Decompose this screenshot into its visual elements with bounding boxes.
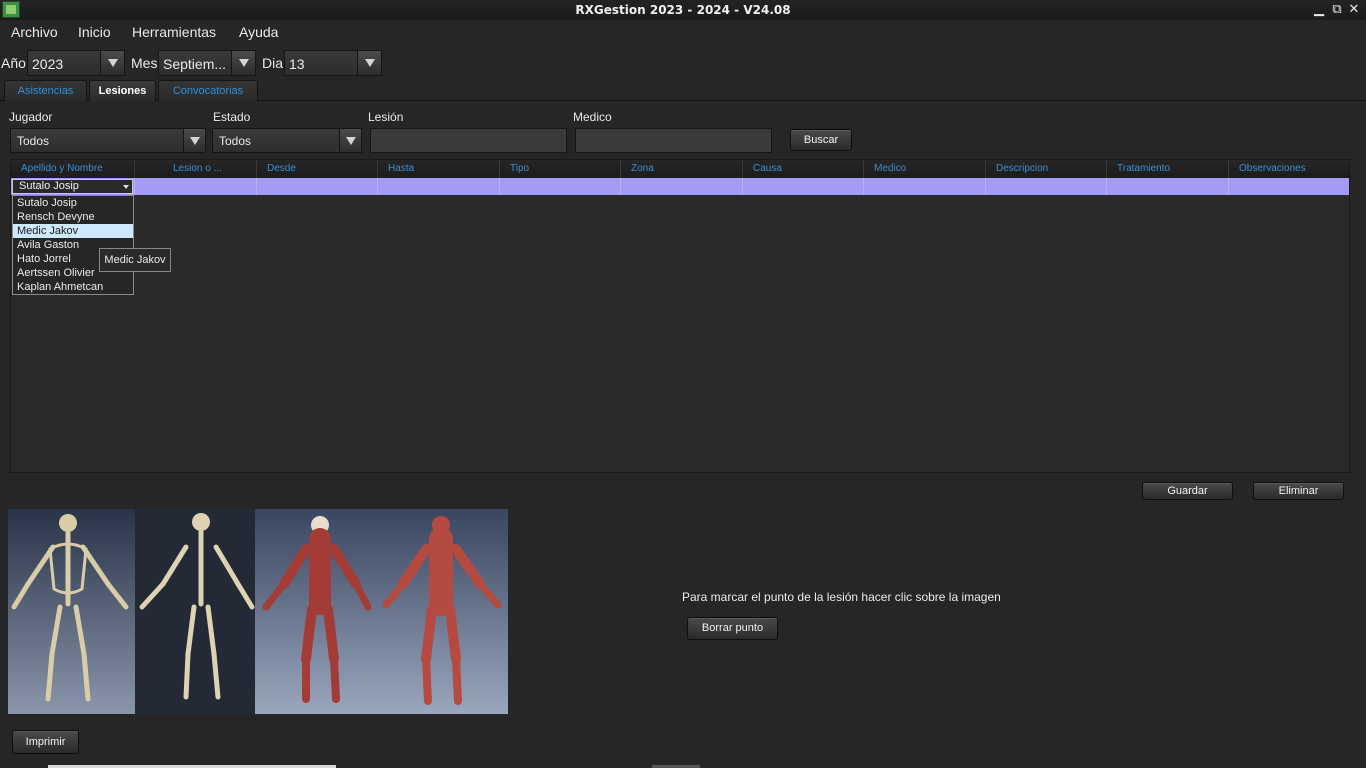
- table-cell[interactable]: [986, 178, 1107, 195]
- tab-asistencias[interactable]: Asistencias: [4, 80, 87, 101]
- column-header[interactable]: Hasta: [378, 160, 500, 178]
- injury-filter-label: Lesión: [368, 110, 404, 124]
- player-cell-select[interactable]: Sutalo Josip: [12, 179, 133, 194]
- chevron-down-icon: [239, 59, 249, 67]
- year-dropdown-button[interactable]: [100, 51, 124, 75]
- tab-lesiones[interactable]: Lesiones: [89, 80, 156, 101]
- year-value: 2023: [32, 56, 64, 72]
- delete-button[interactable]: Eliminar: [1253, 482, 1344, 500]
- column-header[interactable]: Zona: [621, 160, 743, 178]
- day-label: Dia: [262, 55, 284, 71]
- column-header[interactable]: Lesion o ...: [135, 160, 257, 178]
- table-cell[interactable]: [621, 178, 743, 195]
- chevron-down-icon[interactable]: [123, 185, 129, 189]
- doctor-filter-label: Medico: [573, 110, 612, 124]
- column-header[interactable]: Descripcion: [986, 160, 1107, 178]
- month-value: Septiem...: [163, 56, 227, 72]
- dropdown-option[interactable]: Kaplan Ahmetcan: [13, 280, 133, 294]
- tab-bar: Asistencias Lesiones Convocatorias: [0, 80, 1366, 101]
- column-header[interactable]: Observaciones: [1229, 160, 1349, 178]
- save-button[interactable]: Guardar: [1142, 482, 1233, 500]
- doctor-filter-input[interactable]: [575, 128, 772, 153]
- dropdown-option[interactable]: Sutalo Josip: [13, 196, 133, 210]
- table-cell[interactable]: [135, 178, 257, 195]
- minimize-button[interactable]: ▁: [1311, 1, 1327, 18]
- menu-inicio[interactable]: Inicio: [78, 24, 111, 40]
- print-button[interactable]: Imprimir: [12, 730, 79, 754]
- table-cell[interactable]: [1107, 178, 1229, 195]
- day-dropdown-button[interactable]: [357, 51, 381, 75]
- column-header[interactable]: Tratamiento: [1107, 160, 1229, 178]
- year-select[interactable]: 2023: [27, 50, 125, 76]
- column-header[interactable]: Desde: [257, 160, 378, 178]
- option-tooltip: Medic Jakov: [99, 248, 171, 272]
- injuries-grid[interactable]: Apellido y Nombre Lesion o ... Desde Has…: [10, 159, 1350, 473]
- table-cell[interactable]: Sutalo Josip: [11, 178, 135, 195]
- state-filter-label: Estado: [213, 110, 251, 124]
- grid-header: Apellido y Nombre Lesion o ... Desde Has…: [11, 160, 1349, 178]
- dropdown-option[interactable]: Rensch Devyne: [13, 210, 133, 224]
- column-header[interactable]: Apellido y Nombre: [11, 160, 135, 178]
- title-bar: RXGestion 2023 - 2024 - V24.08 ▁ ⧉ ✕: [0, 0, 1366, 20]
- column-header[interactable]: Causa: [743, 160, 864, 178]
- player-filter-select[interactable]: Todos: [10, 128, 206, 153]
- table-cell[interactable]: [257, 178, 378, 195]
- column-header[interactable]: Tipo: [500, 160, 621, 178]
- table-cell[interactable]: [1229, 178, 1349, 195]
- anatomy-image[interactable]: [8, 509, 508, 714]
- day-value: 13: [289, 56, 305, 72]
- restore-button[interactable]: ⧉: [1329, 1, 1345, 18]
- chevron-down-icon: [346, 137, 356, 145]
- table-cell[interactable]: [378, 178, 500, 195]
- player-cell-value: Sutalo Josip: [19, 180, 79, 192]
- state-filter-select[interactable]: Todos: [212, 128, 362, 153]
- month-label: Mes: [131, 55, 158, 71]
- player-filter-value: Todos: [17, 134, 50, 148]
- tab-convocatorias[interactable]: Convocatorias: [158, 80, 258, 101]
- chevron-down-icon: [190, 137, 200, 145]
- menu-herramientas[interactable]: Herramientas: [132, 24, 216, 40]
- chevron-down-icon: [108, 59, 118, 67]
- clear-point-button[interactable]: Borrar punto: [687, 617, 778, 640]
- image-click-hint: Para marcar el punto de la lesión hacer …: [682, 590, 1001, 604]
- table-cell[interactable]: [500, 178, 621, 195]
- table-row[interactable]: Sutalo Josip: [11, 178, 1349, 195]
- chevron-down-icon: [365, 59, 375, 67]
- skeleton-front-panel: [8, 509, 135, 714]
- state-filter-value: Todos: [219, 134, 252, 148]
- menu-ayuda[interactable]: Ayuda: [239, 24, 278, 40]
- table-cell[interactable]: [743, 178, 864, 195]
- injury-filter-input[interactable]: [370, 128, 567, 153]
- menu-archivo[interactable]: Archivo: [11, 24, 58, 40]
- close-button[interactable]: ✕: [1346, 1, 1362, 18]
- dropdown-option-highlighted[interactable]: Medic Jakov: [13, 224, 133, 238]
- player-dropdown-list: Sutalo Josip Rensch Devyne Medic Jakov A…: [12, 195, 134, 295]
- player-filter-label: Jugador: [9, 110, 53, 124]
- month-select[interactable]: Septiem...: [158, 50, 256, 76]
- window-title: RXGestion 2023 - 2024 - V24.08: [575, 3, 791, 17]
- state-filter-dropdown-button[interactable]: [339, 129, 361, 152]
- day-select[interactable]: 13: [284, 50, 382, 76]
- column-header[interactable]: Medico: [864, 160, 986, 178]
- search-button[interactable]: Buscar: [790, 129, 852, 151]
- year-label: Año: [1, 55, 26, 71]
- month-dropdown-button[interactable]: [231, 51, 255, 75]
- table-cell[interactable]: [864, 178, 986, 195]
- date-selector-bar: Año 2023 Mes Septiem... Dia 13: [0, 50, 400, 76]
- player-filter-dropdown-button[interactable]: [183, 129, 205, 152]
